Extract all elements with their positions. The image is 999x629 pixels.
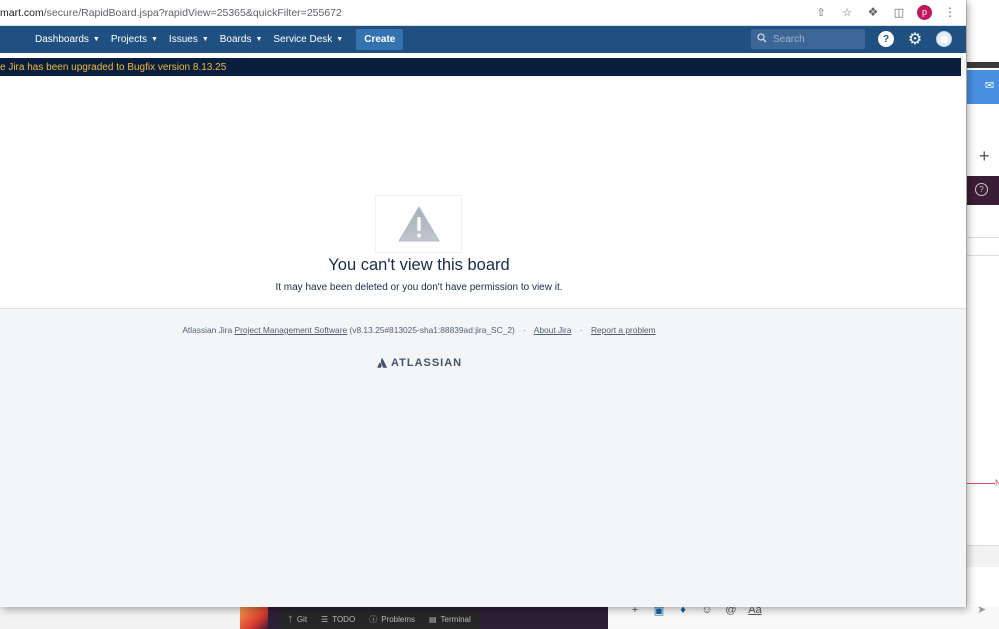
git-branch-icon: ᛉ: [288, 614, 293, 624]
warning-triangle-icon: [398, 206, 439, 242]
error-message: It may have been deleted or you don't ha…: [275, 282, 563, 293]
info-icon: ⓘ: [369, 614, 378, 624]
ide-tool-terminal[interactable]: ▤ Terminal: [429, 615, 471, 624]
ide-tool-todo[interactable]: ☰ TODO: [321, 615, 355, 624]
footer-separator: ·: [579, 325, 583, 335]
error-panel: You can't view this board It may have be…: [0, 82, 966, 309]
project-management-software-link[interactable]: Project Management Software: [234, 325, 347, 335]
ide-tool-label: TODO: [332, 614, 356, 624]
report-problem-link[interactable]: Report a problem: [591, 325, 656, 335]
chevron-down-icon: ▼: [150, 36, 158, 43]
url-text[interactable]: mart.com/secure/RapidBoard.jspa?rapidVie…: [0, 7, 342, 19]
nav-label: Dashboards: [35, 34, 89, 45]
create-button[interactable]: Create: [356, 29, 404, 50]
about-jira-link[interactable]: About Jira: [534, 325, 572, 335]
chevron-down-icon: ▼: [336, 36, 344, 43]
ide-tool-label: Terminal: [440, 614, 471, 624]
chevron-down-icon: ▼: [201, 36, 209, 43]
announcement-banner: e Jira has been upgraded to Bugfix versi…: [0, 58, 961, 76]
search-input[interactable]: [773, 33, 861, 45]
atlassian-wordmark: ATLASSIAN: [391, 357, 463, 369]
jira-top-navigation: Dashboards ▼ Projects ▼ Issues ▼ Boards …: [0, 26, 966, 53]
megaphone-icon: ✉: [985, 80, 995, 92]
page-footer: Atlassian Jira Project Management Softwa…: [0, 310, 966, 607]
nav-service-desk[interactable]: Service Desk ▼: [273, 34, 343, 45]
add-icon[interactable]: +: [979, 146, 990, 167]
profile-avatar[interactable]: p: [917, 4, 932, 20]
background-app-panel: ✉ + ? N: [966, 0, 999, 629]
footer-version: (v8.13.25#813025-sha1:88839ad:jira_SC_2): [349, 325, 515, 335]
footer-separator: ·: [523, 325, 526, 335]
new-messages-line: [967, 483, 995, 484]
divider: [967, 237, 999, 238]
atlassian-logo-icon: [377, 358, 387, 368]
help-circle-icon[interactable]: ?: [975, 183, 988, 196]
browser-menu-icon[interactable]: ⋮: [942, 4, 958, 20]
send-icon[interactable]: ➤: [977, 603, 986, 616]
divider: [967, 255, 999, 256]
ide-tool-problems[interactable]: ⓘ Problems: [369, 614, 415, 625]
address-bar[interactable]: mart.com/secure/RapidBoard.jspa?rapidVie…: [0, 0, 966, 26]
nav-boards[interactable]: Boards ▼: [220, 34, 263, 45]
help-icon[interactable]: ?: [878, 31, 894, 47]
nav-label: Boards: [219, 34, 252, 45]
nav-issues[interactable]: Issues ▼: [169, 34, 209, 45]
ide-tool-git[interactable]: ᛉ Git: [288, 615, 307, 624]
footer-prefix: Atlassian Jira: [182, 325, 233, 335]
share-icon[interactable]: ⇧: [813, 4, 829, 20]
terminal-icon: ▤: [428, 614, 437, 624]
new-messages-marker: N: [995, 478, 999, 488]
user-avatar[interactable]: [936, 31, 952, 47]
browser-toolbar-actions: ⇧ ☆ ❖ ◫ p ⋮: [813, 4, 958, 20]
search-box[interactable]: [751, 29, 865, 49]
ide-tool-label: Git: [296, 614, 308, 624]
ide-gradient-edge: [240, 607, 270, 629]
nav-label: Issues: [168, 34, 198, 45]
ide-tool-window-bar: ᛉ Git ☰ TODO ⓘ Problems ▤ Terminal: [280, 609, 479, 629]
browser-window: mart.com/secure/RapidBoard.jspa?rapidVie…: [0, 0, 966, 607]
background-toolbar: [967, 62, 999, 68]
side-panel-icon[interactable]: ◫: [891, 4, 907, 20]
url-path: /secure/RapidBoard.jspa?rapidView=25365&…: [43, 6, 342, 19]
background-megaphone-button[interactable]: ✉: [967, 70, 999, 104]
primary-nav: Dashboards ▼ Projects ▼ Issues ▼ Boards …: [35, 29, 404, 50]
ide-tool-label: Problems: [381, 614, 415, 624]
bookmark-star-icon[interactable]: ☆: [839, 4, 855, 20]
url-host: mart.com: [0, 6, 44, 19]
atlassian-logo[interactable]: ATLASSIAN: [377, 357, 462, 369]
chevron-down-icon: ▼: [92, 36, 100, 43]
search-icon: [757, 32, 767, 46]
nav-projects[interactable]: Projects ▼: [111, 34, 158, 45]
chevron-down-icon: ▼: [255, 36, 263, 43]
extensions-puzzle-icon[interactable]: ❖: [865, 4, 881, 20]
error-title: You can't view this board: [328, 256, 510, 274]
nav-dashboards[interactable]: Dashboards ▼: [35, 34, 100, 45]
footer-links: Atlassian Jira Project Management Softwa…: [0, 325, 838, 335]
list-icon: ☰: [321, 614, 329, 624]
nav-label: Projects: [110, 34, 147, 45]
nav-label: Service Desk: [273, 34, 333, 45]
warning-illustration: [375, 195, 462, 253]
background-input-area: [967, 545, 999, 567]
announcement-text: e Jira has been upgraded to Bugfix versi…: [0, 61, 227, 73]
background-help-bar: ?: [967, 176, 999, 205]
settings-gear-icon[interactable]: ⚙: [907, 31, 923, 48]
